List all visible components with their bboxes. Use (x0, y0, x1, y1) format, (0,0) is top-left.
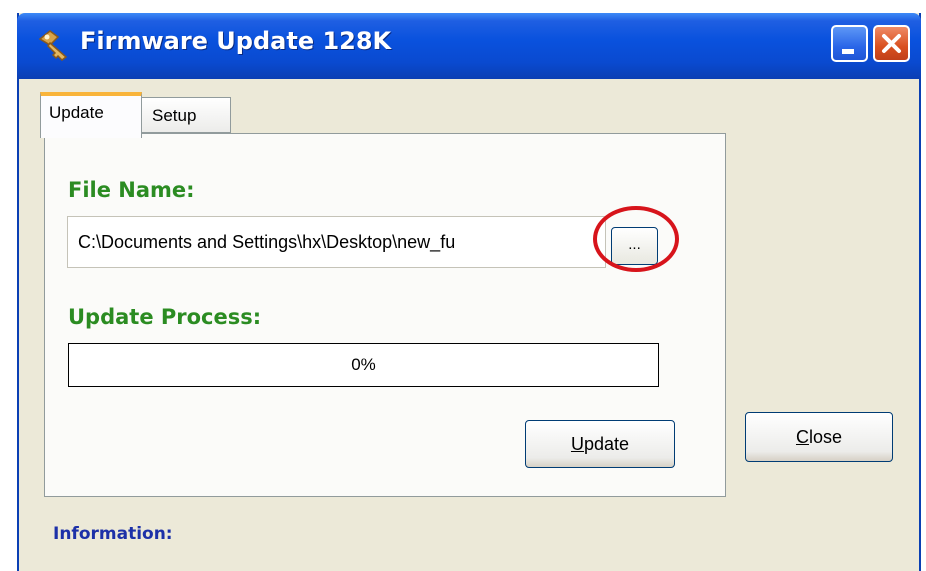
information-label: Information: (53, 524, 173, 544)
close-mnemonic: C (795, 427, 809, 447)
close-window-button[interactable] (873, 25, 910, 62)
file-name-label: File Name: (68, 178, 195, 202)
update-progress-bar: 0% (68, 343, 659, 387)
minimize-icon (842, 49, 854, 54)
highlight-circle (593, 206, 679, 272)
update-mnemonic: U (570, 434, 584, 454)
key-icon (38, 30, 68, 61)
update-button[interactable]: Update (525, 420, 675, 468)
update-label-rest: pdate (583, 434, 630, 454)
tab-update[interactable]: Update (40, 92, 142, 138)
file-path-field[interactable]: C:\Documents and Settings\hx\Desktop\new… (67, 216, 606, 268)
minimize-button[interactable] (831, 25, 868, 62)
close-button[interactable]: Close (745, 412, 893, 462)
close-icon (882, 34, 901, 53)
tab-setup[interactable]: Setup (141, 97, 231, 133)
close-label-rest: lose (808, 427, 843, 447)
progress-text: 0% (351, 355, 376, 374)
update-process-label: Update Process: (68, 305, 262, 329)
window-title: Firmware Update 128K (80, 27, 392, 55)
